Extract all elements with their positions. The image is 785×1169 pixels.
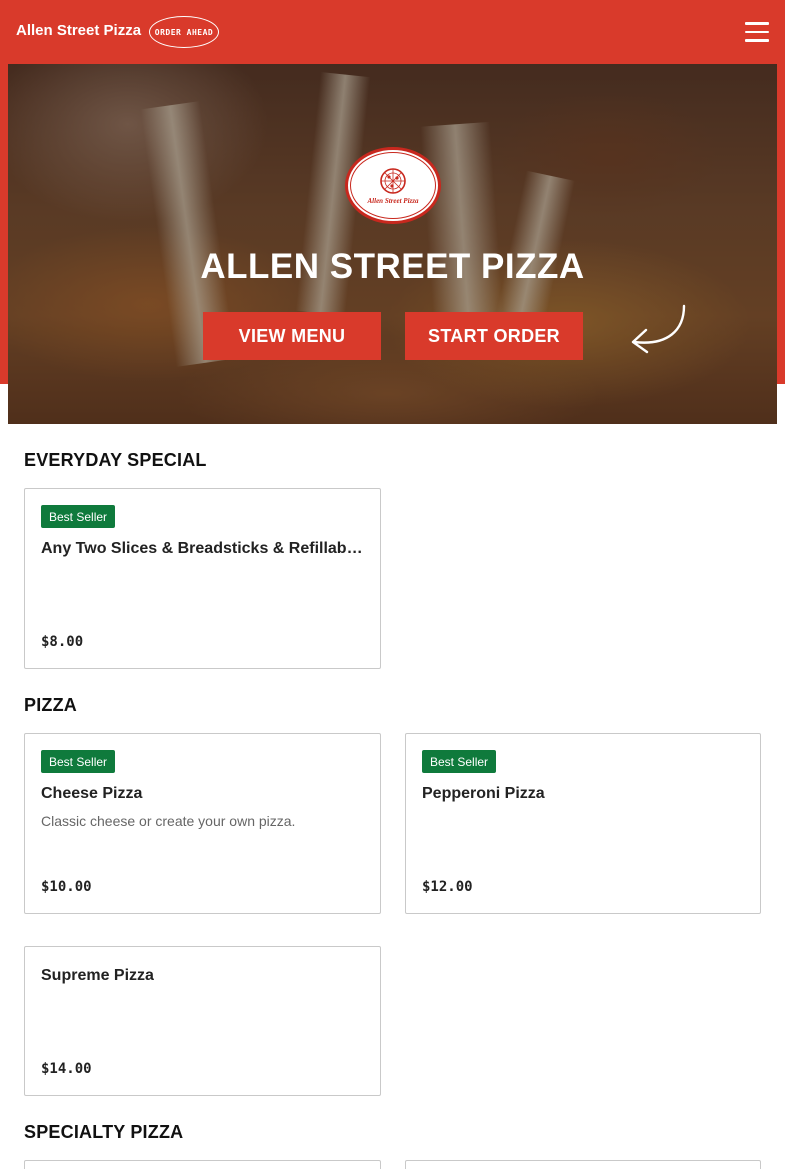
best-seller-badge: Best Seller	[41, 505, 116, 528]
order-ahead-badge[interactable]: ORDER AHEAD	[149, 16, 219, 48]
hero-title: ALLEN STREET PIZZA	[200, 247, 585, 286]
menu-item-card[interactable]: Best Seller Any Two Slices & Breadsticks…	[24, 488, 381, 669]
item-price: $10.00	[41, 879, 92, 895]
hamburger-menu-icon[interactable]	[745, 22, 769, 42]
item-price: $12.00	[422, 879, 473, 895]
logo-text: Allen Street Pizza	[367, 196, 419, 205]
item-name: Any Two Slices & Breadsticks & Refillabl…	[41, 540, 364, 557]
menu-item-card[interactable]	[24, 1160, 381, 1169]
brand-name[interactable]: Allen Street Pizza	[16, 22, 141, 39]
menu-item-card[interactable]: Best Seller Pepperoni Pizza $12.00	[405, 733, 761, 914]
best-seller-badge: Best Seller	[422, 750, 497, 773]
item-name: Pepperoni Pizza	[422, 785, 545, 802]
pizza-icon	[380, 167, 406, 194]
item-price: $8.00	[41, 634, 84, 650]
start-order-button[interactable]: START ORDER	[405, 312, 583, 360]
section-title-pizza: PIZZA	[24, 695, 77, 715]
item-description: Classic cheese or create your own pizza.	[41, 813, 296, 829]
restaurant-logo: Allen Street Pizza	[345, 147, 441, 224]
menu-item-card[interactable]	[405, 1160, 761, 1169]
section-title-everyday-special: EVERYDAY SPECIAL	[24, 450, 207, 470]
site-header: Allen Street Pizza ORDER AHEAD	[0, 0, 785, 64]
hero-banner: Allen Street Pizza ALLEN STREET PIZZA VI…	[8, 64, 777, 424]
curved-arrow-icon	[631, 304, 686, 354]
menu-item-card[interactable]: Supreme Pizza $14.00	[24, 946, 381, 1096]
menu-item-card[interactable]: Best Seller Cheese Pizza Classic cheese …	[24, 733, 381, 914]
item-name: Supreme Pizza	[41, 967, 154, 984]
view-menu-button[interactable]: VIEW MENU	[203, 312, 381, 360]
best-seller-badge: Best Seller	[41, 750, 116, 773]
item-name: Cheese Pizza	[41, 785, 143, 802]
section-title-specialty-pizza: SPECIALTY PIZZA	[24, 1122, 184, 1142]
item-price: $14.00	[41, 1061, 92, 1077]
